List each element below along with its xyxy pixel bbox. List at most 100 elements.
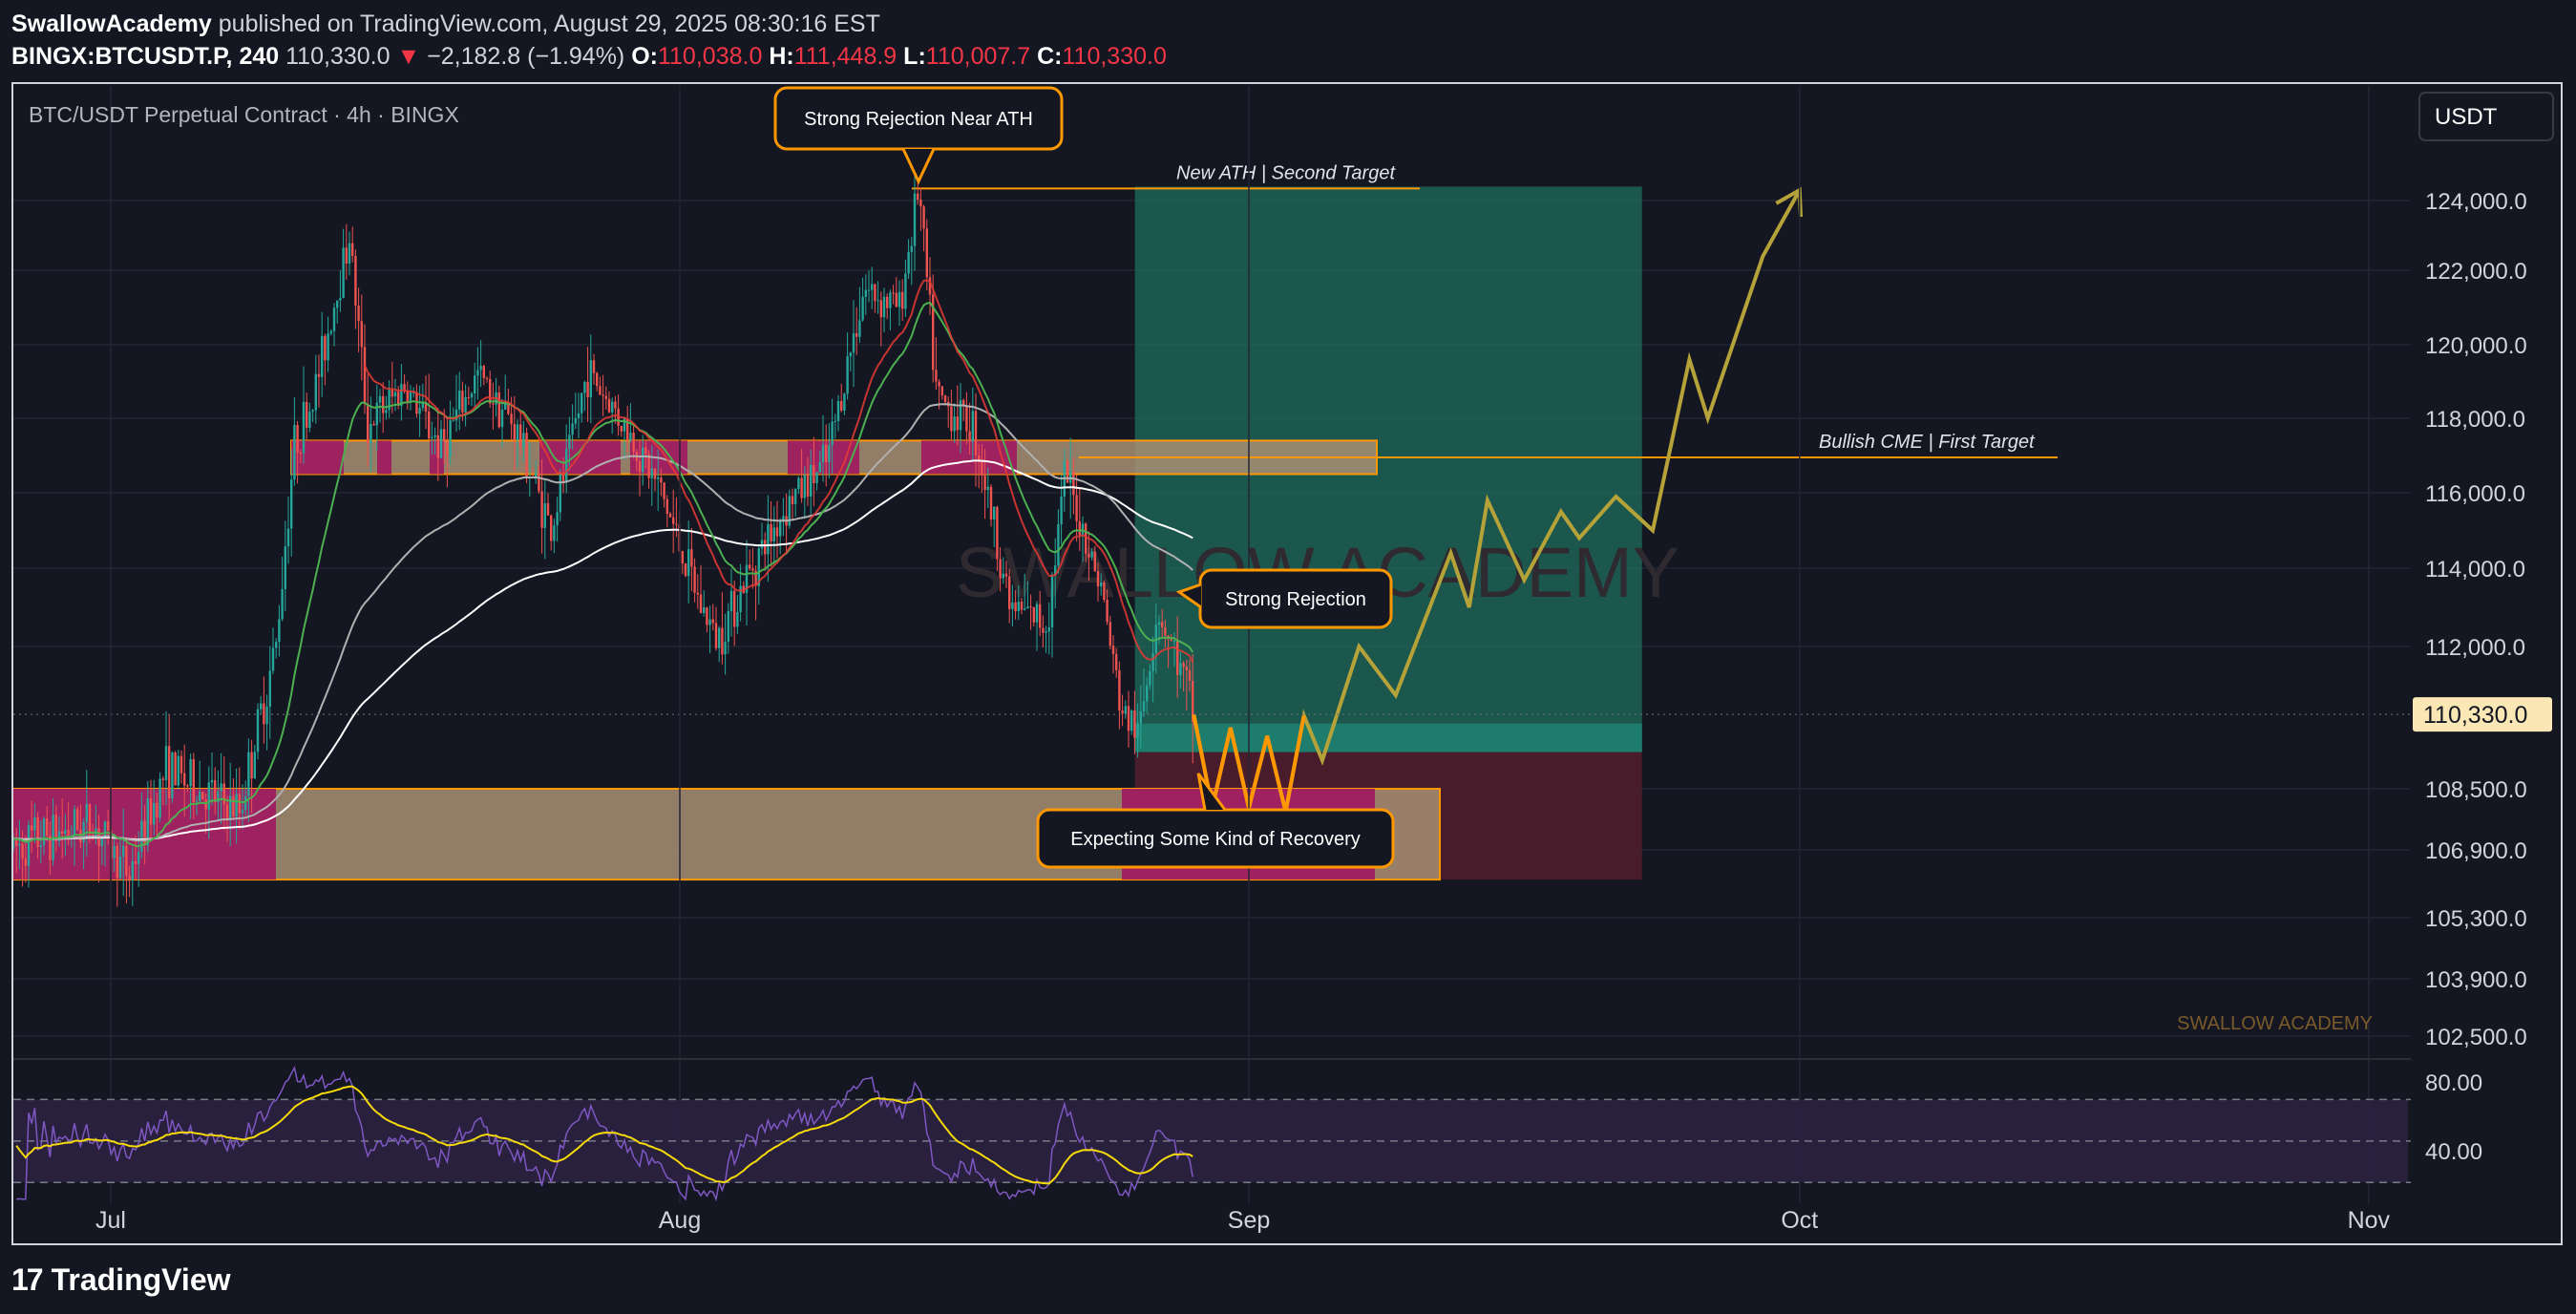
candle-body (324, 335, 327, 361)
candle-body (339, 298, 342, 301)
candle-body (489, 378, 492, 404)
candle-body (21, 843, 24, 859)
candle-body (73, 809, 76, 836)
candle-body (938, 381, 940, 387)
candle-body (290, 479, 293, 529)
x-tick-label: Oct (1781, 1207, 1818, 1234)
candle-body (1060, 496, 1063, 525)
candle-body (436, 434, 439, 458)
candle-body (825, 444, 828, 462)
candle-body (1118, 669, 1121, 711)
candle-body (1085, 523, 1087, 554)
candle-body (336, 300, 339, 308)
currency-label[interactable]: USDT (2435, 104, 2498, 130)
candle-body (378, 395, 382, 403)
candle-body (803, 475, 806, 498)
candle-body (779, 520, 782, 537)
candle-body (134, 860, 137, 864)
candle-body (589, 360, 592, 398)
tradingview-logo-icon[interactable]: 17 (11, 1262, 44, 1298)
candle-body (76, 809, 79, 830)
candle-body (522, 433, 525, 448)
candle-body (220, 783, 222, 792)
candle-body (1093, 551, 1096, 572)
candle-body (46, 818, 49, 836)
candle-body (268, 670, 271, 708)
candle-body (711, 619, 714, 624)
candle-body (140, 820, 143, 853)
candle-body (519, 424, 522, 448)
resistance-highlight (291, 440, 344, 475)
candle-body (727, 610, 729, 643)
candle-body (696, 592, 699, 595)
candle-body (510, 413, 513, 425)
candle-body (479, 366, 482, 371)
candle-body (574, 417, 577, 424)
candle-body (919, 199, 922, 207)
candle-body (751, 568, 754, 571)
candle-body (950, 406, 953, 432)
candle-body (1103, 583, 1106, 600)
resistance-highlight (539, 440, 621, 475)
candle-body (256, 709, 260, 752)
candle-body (516, 424, 519, 441)
candle-body (736, 611, 739, 627)
candle-body (238, 794, 241, 814)
tradingview-brand[interactable]: TradingView (52, 1262, 231, 1298)
candle-body (1069, 471, 1072, 483)
candle-body (794, 489, 797, 504)
candle-body (1002, 573, 1004, 579)
candle-body (439, 429, 443, 458)
candle-body (818, 462, 821, 473)
candle-body (1109, 622, 1111, 646)
candle-body (482, 366, 485, 378)
candle-body (281, 589, 284, 620)
candle-body (665, 498, 668, 514)
candle-body (214, 779, 217, 803)
candle-body (556, 512, 559, 526)
candle-body (788, 496, 791, 526)
footer: 17 TradingView (11, 1259, 231, 1301)
candle-body (901, 291, 904, 309)
candle-body (684, 562, 687, 577)
candle-body (1035, 604, 1039, 623)
candle-body (993, 506, 996, 519)
candle-body (306, 401, 308, 429)
candle-body (1072, 471, 1075, 496)
candle-body (1136, 723, 1139, 738)
candle-body (879, 300, 882, 318)
candle-body (1042, 627, 1045, 633)
candle-body (327, 333, 329, 361)
candle-body (943, 394, 947, 402)
candle-body (1032, 606, 1035, 623)
price-chart[interactable]: New ATH | Second Target Bullish CME | Fir… (0, 0, 2576, 1314)
candle-body (922, 206, 925, 229)
candle-body (317, 373, 321, 377)
candle-body (965, 406, 968, 432)
candle-body (27, 825, 31, 866)
candle-body (452, 420, 454, 422)
candle-body (925, 228, 928, 278)
callout-recovery-text: Expecting Some Kind of Recovery (1070, 829, 1361, 850)
candle-body (250, 752, 253, 779)
chart-title: BTC/USDT Perpetual Contract · 4h · BINGX (29, 102, 459, 127)
candle-body (171, 752, 174, 798)
candle-body (31, 825, 33, 831)
y-tick-label: 124,000.0 (2425, 189, 2527, 215)
candle-body (886, 296, 889, 308)
candle-body (474, 375, 476, 394)
candle-body (828, 445, 831, 462)
candle-body (225, 804, 229, 820)
candle-body (1149, 670, 1151, 686)
candle-body (476, 370, 479, 376)
candle-body (177, 755, 179, 786)
candle-body (363, 347, 367, 404)
candle-body (581, 392, 583, 413)
candle-body (831, 421, 834, 446)
candle-body (538, 473, 540, 492)
candle-body (861, 296, 864, 321)
candle-body (513, 424, 516, 441)
candle-body (107, 821, 110, 831)
candle-body (910, 245, 913, 252)
candle-body (467, 396, 470, 398)
